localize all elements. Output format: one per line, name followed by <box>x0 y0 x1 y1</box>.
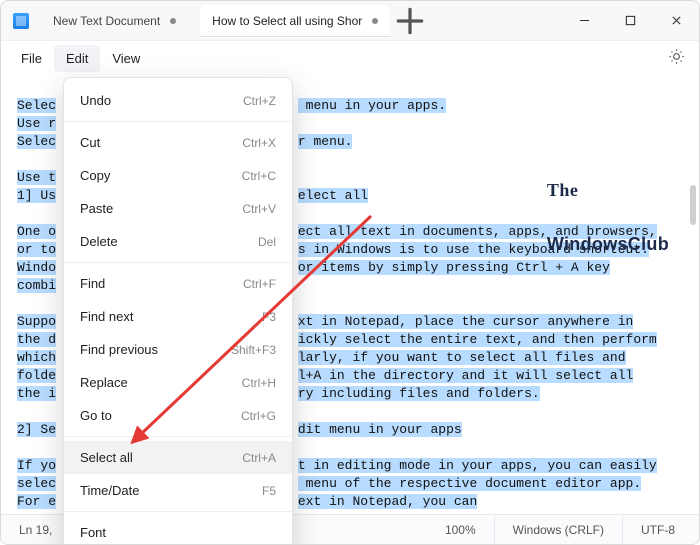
menu-item-find-previous[interactable]: Find previousShift+F3 <box>64 333 292 366</box>
watermark-line1: The <box>547 181 669 199</box>
t: Selec <box>17 98 56 113</box>
menu-edit[interactable]: Edit <box>54 45 100 72</box>
watermark-line2: WindowsClub <box>547 235 669 253</box>
status-eol[interactable]: Windows (CRLF) <box>495 515 623 544</box>
tab-inactive[interactable]: New Text Document <box>41 5 188 37</box>
close-button[interactable] <box>653 1 699 41</box>
menu-item-select-all[interactable]: Select allCtrl+A <box>64 441 292 474</box>
t: or to <box>17 242 56 257</box>
separator <box>64 262 292 263</box>
separator <box>64 511 292 512</box>
menu-item-find[interactable]: FindCtrl+F <box>64 267 292 300</box>
maximize-icon <box>625 15 636 26</box>
t: larly, if you want to select all files a… <box>298 350 626 365</box>
t: Windo <box>17 260 56 275</box>
t: ickly select the entire text, and then p… <box>298 332 657 347</box>
minimize-button[interactable] <box>561 1 607 41</box>
menu-item-delete[interactable]: DeleteDel <box>64 225 292 258</box>
close-icon <box>671 15 682 26</box>
t: 2] Se <box>17 422 56 437</box>
t: Use r <box>17 116 56 131</box>
t: 1] Us <box>17 188 56 203</box>
t: which <box>17 350 56 365</box>
t: xt in Notepad, place the cursor anywhere… <box>298 314 633 329</box>
t: t in editing mode in your apps, you can … <box>298 458 657 473</box>
t: menu of the respective document editor a… <box>298 476 641 491</box>
scrollbar-thumb[interactable] <box>690 185 696 225</box>
t: One o <box>17 224 56 239</box>
t: folde <box>17 368 56 383</box>
t: dit menu in your apps <box>298 422 462 437</box>
t: combi <box>17 278 56 293</box>
menu-item-undo[interactable]: UndoCtrl+Z <box>64 84 292 117</box>
modified-dot-icon <box>372 18 378 24</box>
gear-icon <box>668 48 685 65</box>
maximize-button[interactable] <box>607 1 653 41</box>
menu-file[interactable]: File <box>9 45 54 72</box>
separator <box>64 121 292 122</box>
t: Use t <box>17 170 56 185</box>
tab-label: How to Select all using Shor <box>212 14 362 28</box>
menu-item-copy[interactable]: CopyCtrl+C <box>64 159 292 192</box>
app-icon <box>13 13 29 29</box>
modified-dot-icon <box>170 18 176 24</box>
watermark-logo: The WindowsClub <box>547 145 669 289</box>
t: menu in your apps. <box>298 98 446 113</box>
t: selec <box>17 476 56 491</box>
plus-icon <box>396 7 424 35</box>
menu-item-font[interactable]: Font <box>64 516 292 545</box>
t: ext in Notepad, you can <box>298 494 477 509</box>
t: r menu. <box>298 134 353 149</box>
t: For e <box>17 494 56 509</box>
t: If yo <box>17 458 56 473</box>
notepad-window: New Text Document How to Select all usin… <box>0 0 700 545</box>
window-controls <box>561 1 699 41</box>
t: Selec <box>17 134 56 149</box>
edit-menu-dropdown: UndoCtrl+Z CutCtrl+X CopyCtrl+C PasteCtr… <box>63 77 293 545</box>
menu-bar: File Edit View <box>1 41 699 75</box>
t: the d <box>17 332 56 347</box>
t: l+A in the directory and it will select … <box>298 368 633 383</box>
status-encoding[interactable]: UTF-8 <box>623 515 693 544</box>
status-position: Ln 19, <box>7 515 71 544</box>
menu-item-go-to[interactable]: Go toCtrl+G <box>64 399 292 432</box>
tab-active[interactable]: How to Select all using Shor <box>200 5 390 37</box>
status-zoom[interactable]: 100% <box>427 515 495 544</box>
separator <box>64 436 292 437</box>
menu-item-find-next[interactable]: Find nextF3 <box>64 300 292 333</box>
tab-label: New Text Document <box>53 14 160 28</box>
t: elect all <box>298 188 368 203</box>
t: Suppo <box>17 314 56 329</box>
title-bar: New Text Document How to Select all usin… <box>1 1 699 41</box>
t: ry including files and folders. <box>298 386 540 401</box>
menu-item-time-date[interactable]: Time/DateF5 <box>64 474 292 507</box>
menu-item-cut[interactable]: CutCtrl+X <box>64 126 292 159</box>
new-tab-button[interactable] <box>396 7 424 35</box>
menu-item-paste[interactable]: PasteCtrl+V <box>64 192 292 225</box>
menu-item-replace[interactable]: ReplaceCtrl+H <box>64 366 292 399</box>
settings-button[interactable] <box>662 42 691 74</box>
t: the i <box>17 386 56 401</box>
minimize-icon <box>579 15 590 26</box>
menu-view[interactable]: View <box>100 45 152 72</box>
